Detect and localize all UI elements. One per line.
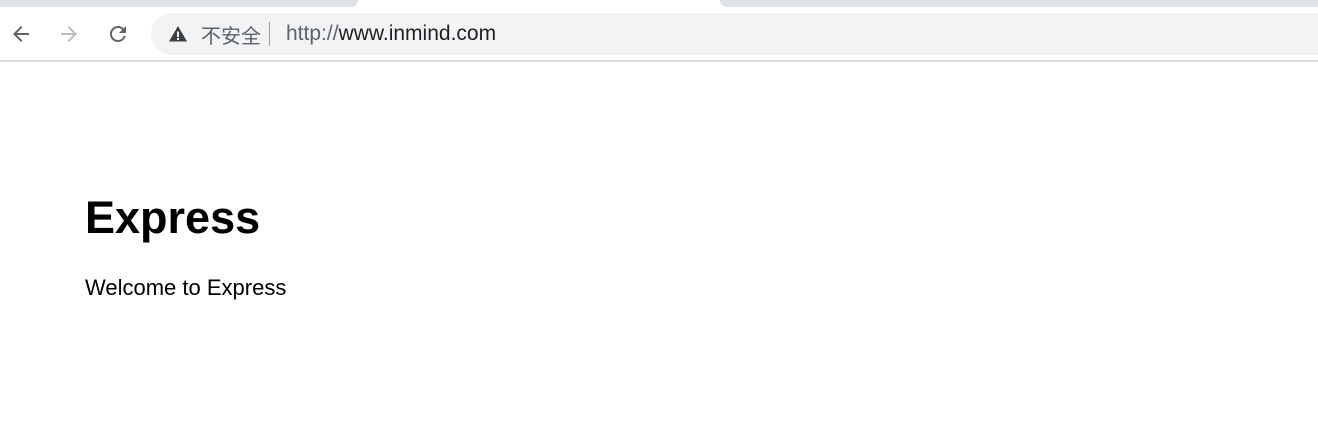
security-indicator[interactable]	[168, 24, 188, 44]
reload-icon	[110, 26, 126, 42]
omnibox-divider	[269, 22, 270, 46]
address-bar[interactable]: 不安全 http://www.inmind.com	[151, 13, 1318, 55]
security-label[interactable]: 不安全	[201, 20, 261, 49]
reload-button[interactable]	[102, 18, 134, 50]
browser-toolbar: 不安全 http://www.inmind.com	[0, 0, 1318, 62]
tab-inactive-right[interactable]	[720, 0, 1318, 7]
url-host: www.inmind.com	[338, 22, 497, 45]
warning-triangle-icon	[169, 26, 187, 42]
forward-arrow-icon	[61, 26, 77, 42]
forward-button[interactable]	[53, 18, 85, 50]
tab-strip	[0, 0, 1318, 7]
url-text[interactable]: http://www.inmind.com	[286, 22, 496, 46]
back-arrow-icon	[13, 26, 29, 42]
page-paragraph: Welcome to Express	[85, 275, 287, 300]
back-button[interactable]	[5, 18, 37, 50]
page-heading: Express	[85, 192, 261, 243]
url-scheme: http://	[286, 22, 339, 45]
tab-inactive-left[interactable]	[0, 0, 358, 7]
page-content: Express Welcome to Express	[0, 62, 1318, 432]
